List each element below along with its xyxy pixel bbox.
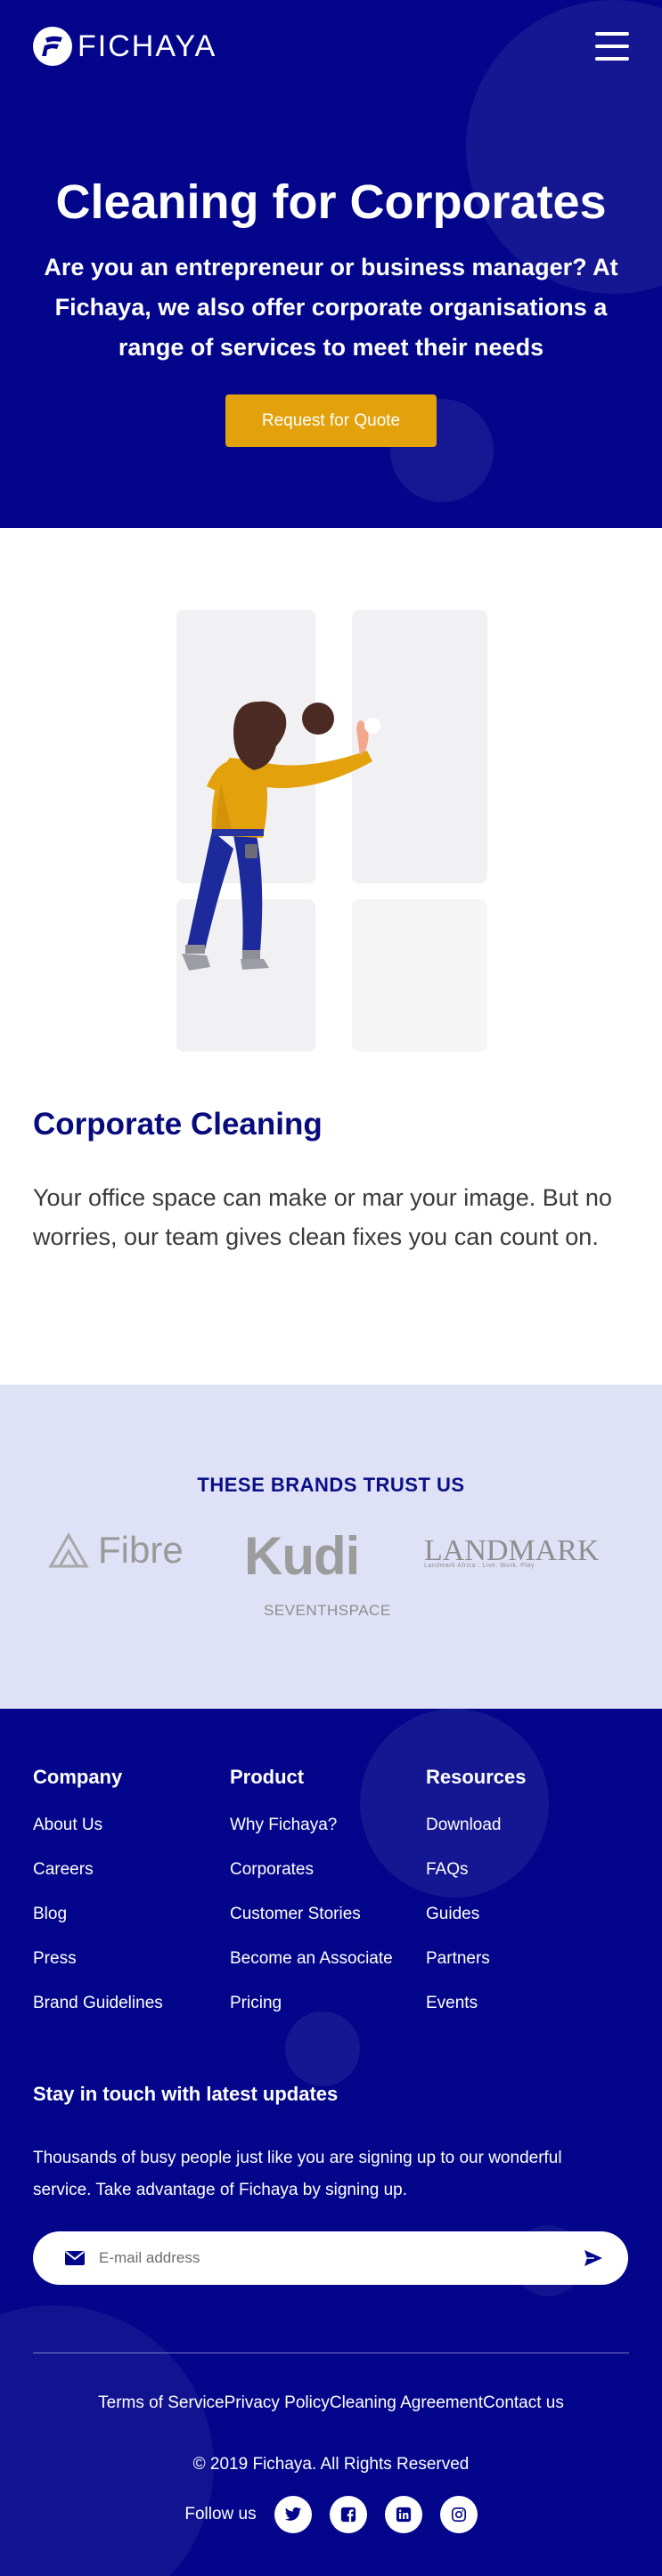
social-links: Follow us: [0, 2496, 662, 2533]
footer-link-events[interactable]: Events: [426, 1994, 527, 2038]
footer-link-blog[interactable]: Blog: [33, 1905, 163, 1949]
follow-label: Follow us: [184, 2505, 257, 2523]
kudi-logo: Kudi: [244, 1526, 360, 1586]
send-icon[interactable]: [584, 2249, 603, 2267]
fichaya-logo-icon: [33, 27, 72, 66]
footer-link-press[interactable]: Press: [33, 1949, 163, 1994]
hero-subtitle: Are you an entrepreneur or business mana…: [44, 254, 618, 361]
contact-us-link[interactable]: Contact us: [483, 2393, 564, 2412]
footer-link-partners[interactable]: Partners: [426, 1949, 527, 1994]
brands-heading: THESE BRANDS TRUST US: [197, 1474, 465, 1496]
footer-link-about-us[interactable]: About Us: [33, 1816, 163, 1860]
linkedin-icon[interactable]: [384, 2496, 422, 2533]
footer-link-brand-guidelines[interactable]: Brand Guidelines: [33, 1994, 163, 2038]
instagram-icon[interactable]: [439, 2496, 478, 2533]
footer-link-pricing[interactable]: Pricing: [230, 1994, 393, 2038]
column-title: Product: [230, 1766, 305, 1788]
fichaya-logo[interactable]: FICHAYA: [33, 27, 217, 66]
hero-title: Cleaning for Corporates: [55, 175, 607, 229]
footer-column-company: Company About Us Careers Blog Press Bran…: [33, 1766, 163, 2038]
column-title: Company: [33, 1766, 123, 1788]
footer-column-product: Product Why Fichaya? Corporates Customer…: [230, 1766, 393, 2038]
woman-cleaning-figure: [182, 701, 380, 971]
trusted-brands-section: THESE BRANDS TRUST US Fibre Kudi LANDMAR…: [0, 1385, 662, 1709]
copyright: © 2019 Fichaya. All Rights Reserved: [192, 2455, 470, 2474]
footer-link-become-associate[interactable]: Become an Associate: [230, 1949, 393, 1994]
newsletter-text: Thousands of busy people just like you a…: [33, 2149, 562, 2199]
logo-text: FICHAYA: [78, 28, 217, 63]
top-nav: FICHAYA: [33, 26, 629, 67]
cleaning-agreement-link[interactable]: Cleaning Agreement: [330, 2393, 483, 2412]
footer-link-corporates[interactable]: Corporates: [230, 1860, 393, 1905]
hero-section: FICHAYA Cleaning for Corporates Are you …: [0, 0, 662, 528]
site-footer: Company About Us Careers Blog Press Bran…: [0, 1709, 662, 2576]
footer-link-careers[interactable]: Careers: [33, 1860, 163, 1905]
footer-link-faqs[interactable]: FAQs: [426, 1860, 527, 1905]
twitter-icon[interactable]: [274, 2496, 312, 2533]
landmark-logo: LANDMARK Landmark Africa . Live. Work. P…: [424, 1534, 600, 1569]
newsletter-form: [33, 2231, 628, 2285]
mail-icon: [65, 2251, 85, 2265]
legal-links: Terms of ServicePrivacy PolicyCleaning A…: [0, 2393, 662, 2413]
email-input[interactable]: [99, 2249, 584, 2267]
footer-link-why-fichaya[interactable]: Why Fichaya?: [230, 1816, 393, 1860]
section-description: Your office space can make or mar your i…: [33, 1184, 612, 1250]
cleaning-illustration: [0, 528, 662, 1107]
seventhspace-logo: SEVENTHSPACE: [264, 1602, 391, 1619]
footer-link-customer-stories[interactable]: Customer Stories: [230, 1905, 393, 1949]
footer-link-download[interactable]: Download: [426, 1816, 527, 1860]
footer-column-resources: Resources Download FAQs Guides Partners …: [426, 1766, 527, 2038]
privacy-policy-link[interactable]: Privacy Policy: [225, 2393, 330, 2412]
newsletter-title: Stay in touch with latest updates: [33, 2083, 339, 2105]
terms-of-service-link[interactable]: Terms of Service: [98, 2393, 224, 2412]
hamburger-menu-icon[interactable]: [595, 32, 629, 61]
corporate-cleaning-section: Corporate Cleaning Your office space can…: [0, 1107, 662, 1385]
footer-link-guides[interactable]: Guides: [426, 1905, 527, 1949]
request-quote-button[interactable]: Request for Quote: [225, 394, 437, 447]
fibre-logo: Fibre: [48, 1529, 184, 1572]
decorative-circle: [0, 2305, 214, 2576]
section-title: Corporate Cleaning: [33, 1107, 323, 1142]
column-title: Resources: [426, 1766, 527, 1788]
fibre-triangle-icon: [48, 1532, 89, 1568]
facebook-icon[interactable]: [329, 2496, 367, 2533]
